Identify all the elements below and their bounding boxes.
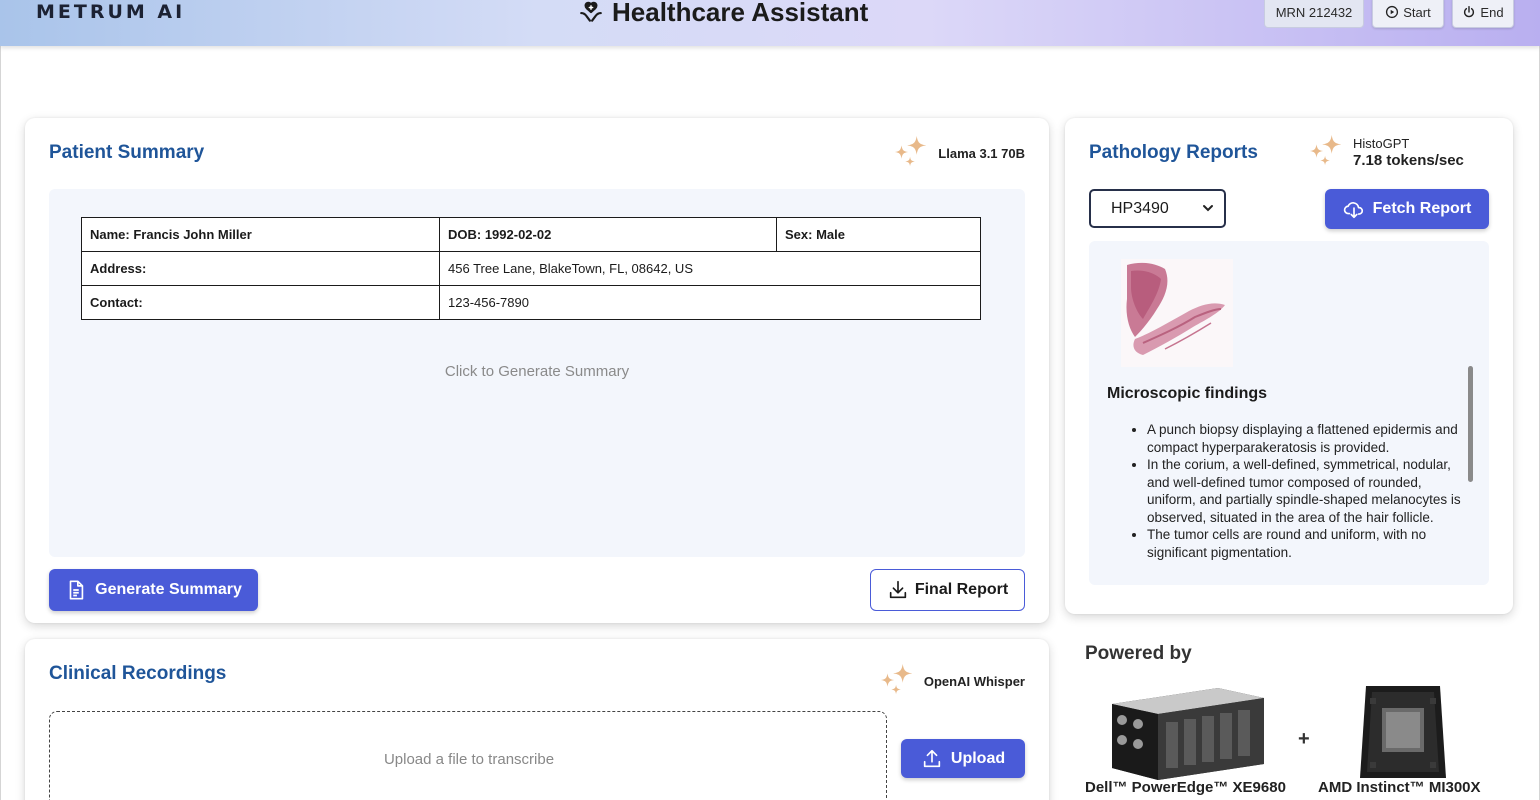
start-label: Start xyxy=(1403,4,1431,20)
clinical-model-tag: OpenAI Whisper xyxy=(878,662,1025,700)
summary-placeholder: Click to Generate Summary xyxy=(444,363,630,380)
patient-summary-panel: Name: Francis John Miller DOB: 1992-02-0… xyxy=(49,189,1025,557)
sparkle-icon xyxy=(880,663,913,695)
clinical-recordings-card: Clinical Recordings OpenAI Whisper Uploa… xyxy=(25,639,1049,800)
app-title-text: Healthcare Assistant xyxy=(612,0,869,27)
patient-model-tag: Llama 3.1 70B xyxy=(892,134,1025,172)
histology-slide-image xyxy=(1121,259,1233,367)
address-label: Address: xyxy=(81,251,440,286)
clinical-title: Clinical Recordings xyxy=(49,663,227,684)
report-scrollbar[interactable] xyxy=(1468,366,1473,482)
patient-summary-card: Patient Summary Llama 3.1 70B Name: Fran… xyxy=(25,118,1049,623)
fetch-report-label: Fetch Report xyxy=(1372,200,1472,217)
chip-label: AMD Instinct™ MI300X xyxy=(1318,779,1481,796)
app-title: Healthcare Assistant xyxy=(578,0,868,28)
pathology-card: Pathology Reports HistoGPT 7.18 tokens/s… xyxy=(1065,118,1513,614)
pathology-model-name: HistoGPT xyxy=(1353,136,1410,151)
final-report-label: Final Report xyxy=(914,581,1009,598)
pathology-report-panel[interactable]: Microscopic findings A punch biopsy disp… xyxy=(1089,241,1489,585)
chevron-down-icon xyxy=(1203,205,1213,212)
findings-list: A punch biopsy displaying a flattened ep… xyxy=(1129,421,1469,561)
upload-placeholder: Upload a file to transcribe xyxy=(383,751,555,768)
patient-sex: Sex: Male xyxy=(776,217,981,252)
end-label: End xyxy=(1480,4,1504,20)
table-row: Address: 456 Tree Lane, BlakeTown, FL, 0… xyxy=(81,251,981,286)
play-circle-icon xyxy=(1386,5,1399,19)
generate-summary-label: Generate Summary xyxy=(95,581,242,598)
upload-icon xyxy=(923,749,941,767)
contact-value: 123-456-7890 xyxy=(439,285,981,320)
pathology-title: Pathology Reports xyxy=(1089,142,1258,163)
address-value: 456 Tree Lane, BlakeTown, FL, 08642, US xyxy=(439,251,981,286)
upload-button[interactable]: Upload xyxy=(901,739,1025,778)
findings-title: Microscopic findings xyxy=(1107,385,1268,402)
final-report-button[interactable]: Final Report xyxy=(870,569,1025,611)
sparkle-icon xyxy=(1309,134,1342,166)
generate-summary-button[interactable]: Generate Summary xyxy=(49,569,258,611)
list-item: A punch biopsy displaying a flattened ep… xyxy=(1147,421,1469,456)
start-button[interactable]: Start xyxy=(1372,0,1444,28)
patient-name: Name: Francis John Miller xyxy=(81,217,440,252)
server-image xyxy=(1112,688,1264,780)
clinical-model-name: OpenAI Whisper xyxy=(923,673,1025,689)
upload-dropzone[interactable]: Upload a file to transcribe xyxy=(49,711,887,800)
table-row: Contact: 123-456-7890 xyxy=(81,285,981,320)
contact-label: Contact: xyxy=(81,285,440,320)
patient-info-table: Name: Francis John Miller DOB: 1992-02-0… xyxy=(81,217,981,320)
patient-summary-title: Patient Summary xyxy=(49,142,205,163)
pathology-speed: 7.18 tokens/sec xyxy=(1353,152,1464,169)
upload-label: Upload xyxy=(950,749,1006,767)
sparkle-icon xyxy=(895,135,927,167)
patient-dob: DOB: 1992-02-02 xyxy=(439,217,777,252)
server-label: Dell™ PowerEdge™ XE9680 xyxy=(1085,779,1286,796)
gpu-chip-image xyxy=(1360,686,1446,778)
patient-model-name: Llama 3.1 70B xyxy=(938,145,1025,161)
plus-sign: + xyxy=(1298,728,1310,750)
heart-hands-icon xyxy=(580,1,602,22)
mrn-badge: MRN 212432 xyxy=(1264,0,1364,28)
download-icon xyxy=(889,580,906,599)
fetch-report-button[interactable]: Fetch Report xyxy=(1325,189,1489,229)
document-icon xyxy=(69,580,84,600)
cloud-download-icon xyxy=(1343,202,1363,219)
report-select-value: HP3490 xyxy=(1111,199,1169,217)
powered-by-title: Powered by xyxy=(1085,643,1192,664)
brand-logo: METRUM AI xyxy=(36,1,186,23)
report-select[interactable]: HP3490 xyxy=(1089,189,1226,228)
power-icon xyxy=(1464,6,1475,18)
end-button[interactable]: End xyxy=(1452,0,1514,28)
list-item: In the corium, a well-defined, symmetric… xyxy=(1147,456,1469,526)
list-item: The tumor cells are round and uniform, w… xyxy=(1147,526,1469,561)
app-header: METRUM AI Healthcare Assistant MRN 21243… xyxy=(0,0,1540,46)
window-border-left xyxy=(0,0,1,800)
table-row: Name: Francis John Miller DOB: 1992-02-0… xyxy=(81,217,981,252)
